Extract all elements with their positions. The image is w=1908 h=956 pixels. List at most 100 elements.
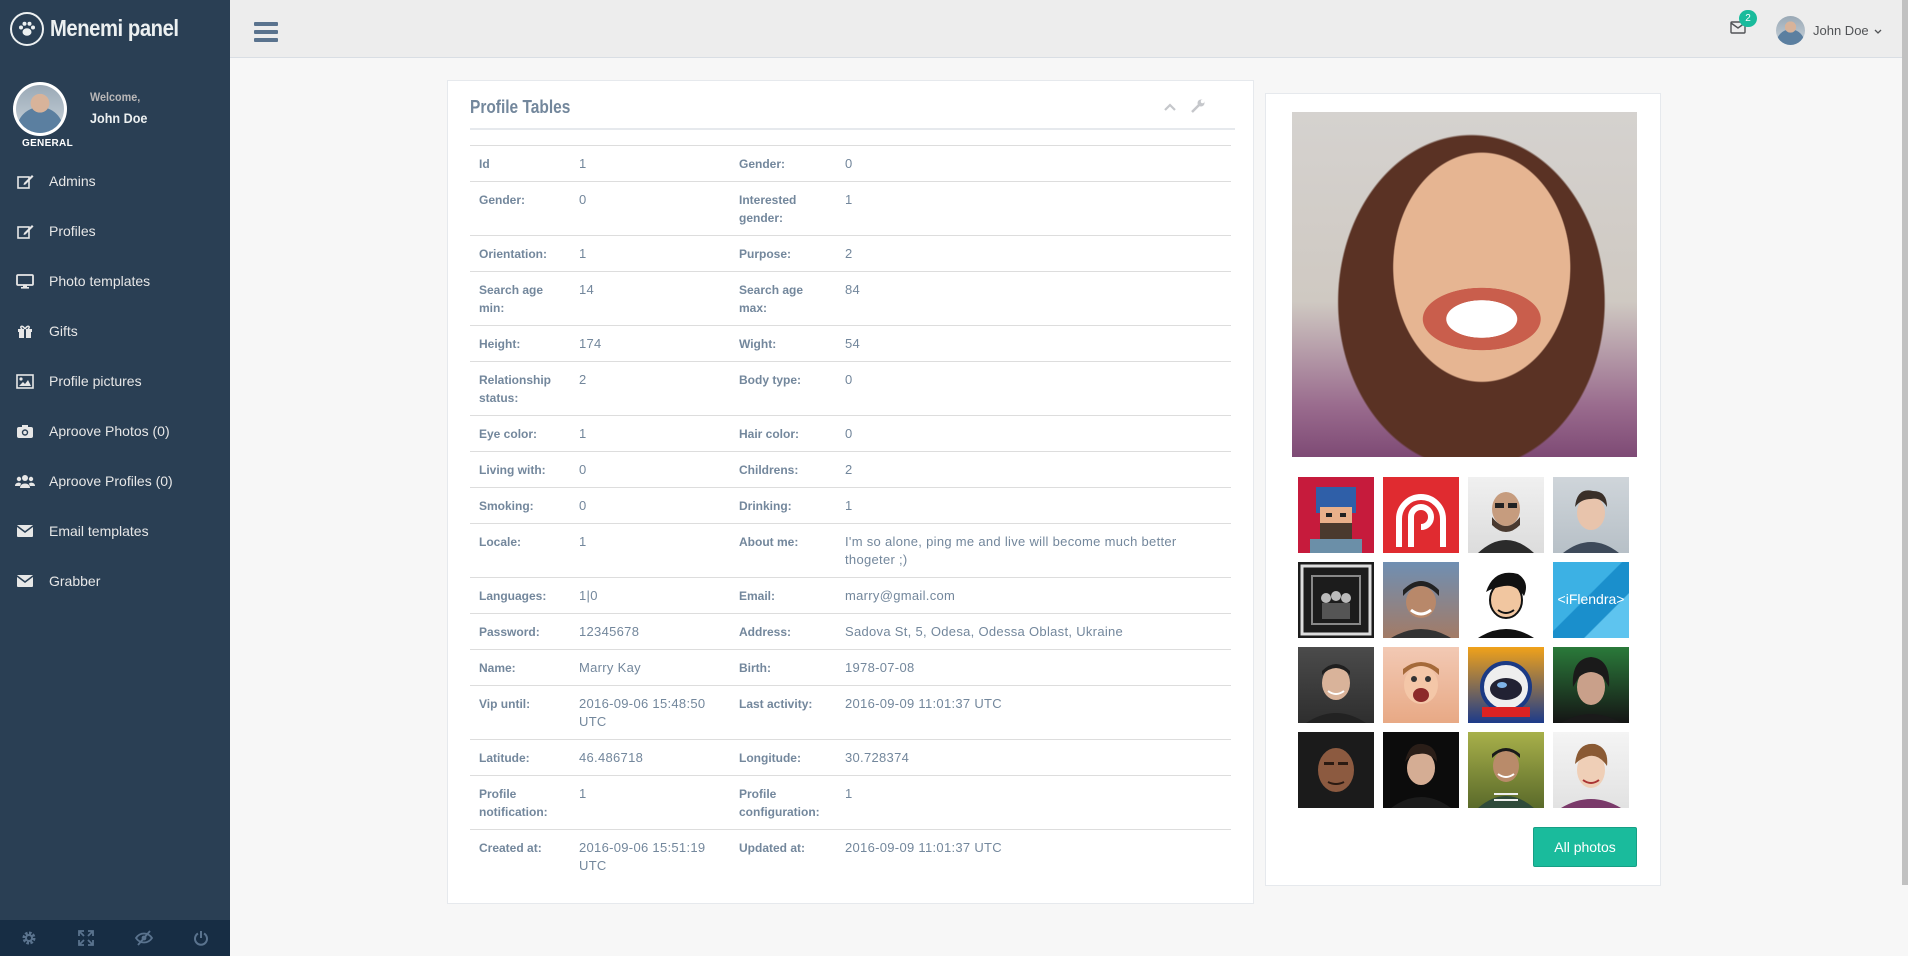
photo-thumbnail[interactable] — [1298, 477, 1374, 553]
sidebar-item-label: Admins — [49, 173, 96, 189]
field-value: 1 — [570, 145, 730, 182]
photo-thumbnail[interactable] — [1383, 732, 1459, 808]
wrench-icon[interactable] — [1191, 99, 1205, 118]
photo-thumbnail[interactable] — [1468, 562, 1544, 638]
table-row: Id 1 Gender: 0 — [470, 145, 1231, 182]
table-row: Relationship status: 2 Body type: 0 — [470, 361, 1231, 416]
role-label: GENERAL — [22, 138, 73, 149]
photo-thumbnail[interactable] — [1383, 562, 1459, 638]
table-row: Profile notification: 1 Profile configurat… — [470, 775, 1231, 830]
field-value: 2016-09-09 11:01:37 UTC — [836, 685, 1231, 740]
table-row: Height: 174 Wight: 54 — [470, 325, 1231, 362]
field-label: Id — [470, 145, 570, 182]
field-value: Sadova St, 5, Odesa, Odessa Oblast, Ukra… — [836, 613, 1231, 650]
table-row: Password: 12345678 Address: Sadova St, 5, O… — [470, 613, 1231, 650]
photo-thumbnail[interactable] — [1298, 732, 1374, 808]
brand[interactable]: Menemi panel — [0, 0, 230, 58]
chevron-up-icon[interactable] — [1163, 99, 1177, 118]
field-label: Interested gender: — [730, 181, 836, 236]
photo-thumbnail[interactable] — [1468, 647, 1544, 723]
settings-icon[interactable] — [0, 920, 58, 956]
photo-thumbnail[interactable] — [1383, 477, 1459, 553]
field-label: Drinking: — [730, 487, 836, 524]
photo-thumbnail[interactable] — [1553, 477, 1629, 553]
gift-icon — [15, 323, 35, 339]
field-label: About me: — [730, 523, 836, 578]
sidebar-item-profile-pictures[interactable]: Profile pictures — [0, 356, 230, 406]
table-row: Search age min: 14 Search age max: 84 — [470, 271, 1231, 326]
field-value: 0 — [570, 487, 730, 524]
photo-thumbnail[interactable] — [1468, 732, 1544, 808]
table-row: Smoking: 0 Drinking: 1 — [470, 487, 1231, 524]
field-label: Vip until: — [470, 685, 570, 740]
fullscreen-icon[interactable] — [58, 920, 116, 956]
all-photos-button[interactable]: All photos — [1533, 827, 1637, 867]
field-value: 12345678 — [570, 613, 730, 650]
desktop-icon — [15, 273, 35, 289]
logout-icon[interactable] — [173, 920, 231, 956]
field-label: Living with: — [470, 451, 570, 488]
field-label: Hair color: — [730, 415, 836, 452]
table-row: Created at: 2016-09-06 15:51:19 UTC Update… — [470, 829, 1231, 883]
profile-table-panel: Profile Tables Id 1 Gender: 0 Gender: 0 Intere… — [447, 80, 1254, 904]
field-label: Body type: — [730, 361, 836, 416]
field-label: Name: — [470, 649, 570, 686]
sidebar-item-label: Gifts — [49, 323, 78, 339]
picture-icon — [15, 373, 35, 389]
camera-icon — [15, 423, 35, 439]
sidebar-item-profiles[interactable]: Profiles — [0, 206, 230, 256]
main-profile-photo[interactable] — [1292, 112, 1637, 457]
users-icon — [15, 473, 35, 489]
sidebar-item-aproove-photos[interactable]: Aproove Photos (0) — [0, 406, 230, 456]
field-label: Search age max: — [730, 271, 836, 326]
field-label: Gender: — [470, 181, 570, 236]
field-value: 0 — [836, 361, 1231, 416]
sidebar-item-label: Profile pictures — [49, 373, 142, 389]
photo-thumbnails: <iFlendra> — [1298, 477, 1629, 808]
field-value: 2016-09-09 11:01:37 UTC — [836, 829, 1231, 883]
avatar — [1776, 16, 1805, 45]
lock-icon[interactable] — [115, 920, 173, 956]
field-label: Profile configuration: — [730, 775, 836, 830]
table-row: Living with: 0 Childrens: 2 — [470, 451, 1231, 488]
sidebar-item-aproove-profiles[interactable]: Aproove Profiles (0) — [0, 456, 230, 506]
field-value: 84 — [836, 271, 1231, 326]
field-value: 30.728374 — [836, 739, 1231, 776]
sidebar-item-label: Grabber — [49, 573, 101, 589]
field-label: Wight: — [730, 325, 836, 362]
photo-thumbnail[interactable] — [1383, 647, 1459, 723]
sidebar-menu: Admins Profiles Photo templates Gifts Pr… — [0, 156, 230, 606]
sidebar-item-admins[interactable]: Admins — [0, 156, 230, 206]
sidebar-item-photo-templates[interactable]: Photo templates — [0, 256, 230, 306]
chevron-down-icon — [1874, 23, 1882, 38]
field-value: Marry Kay — [570, 649, 730, 686]
menu-toggle-icon[interactable] — [254, 22, 278, 44]
photo-thumbnail[interactable] — [1553, 732, 1629, 808]
paw-icon — [10, 11, 44, 46]
photo-thumbnail[interactable] — [1553, 647, 1629, 723]
field-label: Email: — [730, 577, 836, 614]
edit-icon — [15, 223, 35, 239]
photo-thumbnail[interactable] — [1468, 477, 1544, 553]
user-menu[interactable]: John Doe — [1776, 16, 1882, 45]
table-row: Name: Marry Kay Birth: 1978-07-08 — [470, 649, 1231, 686]
photo-thumbnail[interactable] — [1298, 647, 1374, 723]
photo-thumbnail[interactable]: <iFlendra> — [1553, 562, 1629, 638]
field-value: 1 — [570, 235, 730, 272]
sidebar-item-label: Aproove Profiles (0) — [49, 473, 173, 489]
photo-thumbnail[interactable] — [1298, 562, 1374, 638]
field-label: Smoking: — [470, 487, 570, 524]
sidebar-item-email-templates[interactable]: Email templates — [0, 506, 230, 556]
field-value: 0 — [570, 451, 730, 488]
table-row: Vip until: 2016-09-06 15:48:50 UTC Last ac… — [470, 685, 1231, 740]
table-row: Orientation: 1 Purpose: 2 — [470, 235, 1231, 272]
scrollbar[interactable] — [1902, 0, 1908, 885]
field-value: 54 — [836, 325, 1231, 362]
field-value: 1 — [836, 181, 1231, 236]
sidebar-item-grabber[interactable]: Grabber — [0, 556, 230, 606]
profile-table: Id 1 Gender: 0 Gender: 0 Interested gender: 1 Or… — [470, 145, 1231, 883]
sidebar-profile: Welcome, John Doe GENERAL — [0, 58, 230, 156]
sidebar-item-gifts[interactable]: Gifts — [0, 306, 230, 356]
field-label: Latitude: — [470, 739, 570, 776]
field-value: 1 — [570, 415, 730, 452]
